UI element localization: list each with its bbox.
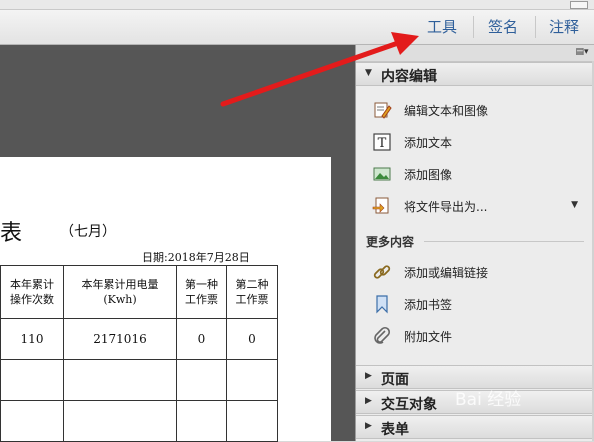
table-cell: [226, 400, 278, 442]
section-title: 内容编辑: [381, 69, 437, 85]
section-forms[interactable]: ▶ 表单: [356, 415, 594, 439]
item-label: 附加文件: [404, 330, 453, 344]
add-image-item[interactable]: 添加图像: [372, 163, 582, 185]
document-table: 本年累计 操作次数 本年累计用电量 (Kwh) 第一种 工作票 第二种 工作票 110 …: [0, 265, 278, 442]
item-label: 将文件导出为...: [404, 200, 488, 214]
add-text-item[interactable]: T 添加文本: [372, 131, 582, 153]
window-control[interactable]: [570, 1, 588, 9]
add-edit-link-item[interactable]: 添加或编辑链接: [372, 261, 582, 283]
panel-menu-icon[interactable]: ▤▾: [574, 47, 590, 58]
table-header-cell: 本年累计 操作次数: [0, 265, 64, 319]
table-cell: [226, 359, 278, 401]
toolbar-divider: [535, 16, 536, 38]
toolbar-divider: [473, 16, 474, 38]
more-content-heading: 更多内容: [366, 235, 415, 249]
document-page[interactable]: 表 （七月） 日期:2018年7月28日 本年累计 操作次数 本年累计用电量 (Kw…: [0, 157, 331, 442]
export-file-icon: [372, 197, 389, 214]
add-text-icon: T: [373, 133, 391, 151]
item-label: 编辑文本和图像: [404, 104, 489, 118]
expand-arrow-icon: ▶: [365, 421, 372, 431]
export-file-item[interactable]: 将文件导出为... ▼: [372, 195, 582, 217]
svg-text:T: T: [378, 136, 387, 151]
document-title: 表: [0, 221, 23, 246]
dropdown-arrow-icon[interactable]: ▼: [571, 200, 578, 210]
section-title: 交互对象: [381, 397, 437, 413]
table-header-row: 本年累计 操作次数 本年累计用电量 (Kwh) 第一种 工作票 第二种 工作票: [0, 265, 278, 319]
table-cell: [63, 400, 177, 442]
link-icon: [373, 265, 391, 279]
table-cell: 0: [226, 318, 278, 360]
table-cell: 110: [0, 318, 64, 360]
table-header-cell: 第一种 工作票: [176, 265, 227, 319]
table-cell: [0, 359, 64, 401]
document-view[interactable]: 表 （七月） 日期:2018年7月28日 本年累计 操作次数 本年累计用电量 (Kw…: [0, 45, 355, 442]
table-cell: [176, 400, 227, 442]
sign-button[interactable]: 签名: [488, 16, 518, 38]
table-row: [0, 359, 278, 401]
divider: [424, 241, 584, 242]
section-content-edit[interactable]: ▼ 内容编辑: [356, 62, 594, 86]
expand-arrow-icon: ▶: [365, 371, 372, 381]
top-toolbar: 工具 签名 注释: [0, 10, 594, 45]
watermark: Bai 经验: [455, 390, 522, 410]
table-cell: [0, 400, 64, 442]
table-row: [0, 400, 278, 442]
document-subtitle: （七月）: [60, 224, 116, 240]
item-label: 添加或编辑链接: [404, 266, 489, 280]
table-cell: 0: [176, 318, 227, 360]
table-header-cell: 第二种 工作票: [226, 265, 278, 319]
table-row: 110 2171016 0 0: [0, 318, 278, 360]
section-title: 表单: [381, 422, 409, 438]
tools-panel: ▤▾ ▼ 内容编辑 编辑文本和图像 T 添加文本 添加图像 将文件导出为... …: [356, 45, 594, 441]
window-titlebar: [0, 0, 594, 10]
edit-text-image-item[interactable]: 编辑文本和图像: [372, 99, 582, 121]
attach-file-item[interactable]: 附加文件: [372, 325, 582, 347]
panel-header: ▤▾: [356, 45, 594, 62]
table-cell: [176, 359, 227, 401]
tools-button[interactable]: 工具: [427, 16, 457, 38]
table-cell: [63, 359, 177, 401]
expand-arrow-icon: ▶: [365, 396, 372, 406]
add-bookmark-item[interactable]: 添加书签: [372, 293, 582, 315]
edit-text-image-icon: [374, 102, 392, 119]
add-image-icon: [373, 167, 391, 181]
table-header-cell: 本年累计用电量 (Kwh): [63, 265, 177, 319]
item-label: 添加图像: [404, 168, 453, 182]
document-date: 日期:2018年7月28日: [142, 251, 250, 264]
bookmark-icon: [376, 295, 388, 314]
table-cell: 2171016: [63, 318, 177, 360]
section-title: 页面: [381, 372, 409, 388]
paperclip-icon: [374, 326, 391, 344]
comment-button[interactable]: 注释: [549, 16, 579, 38]
item-label: 添加书签: [404, 298, 453, 312]
item-label: 添加文本: [404, 136, 453, 150]
collapse-arrow-icon: ▼: [365, 68, 372, 78]
